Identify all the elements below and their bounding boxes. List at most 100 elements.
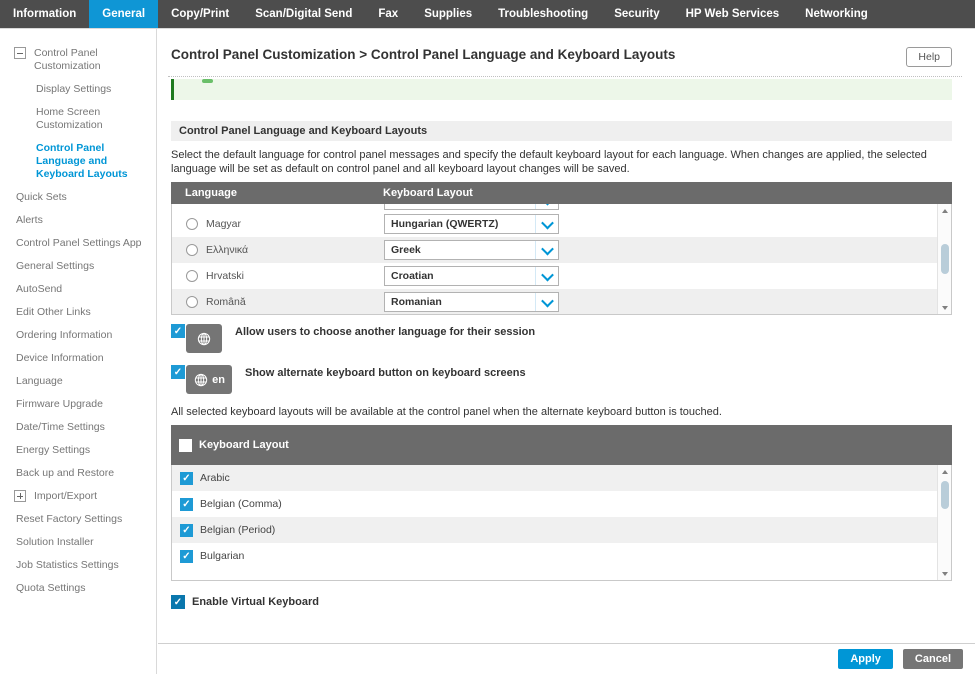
alternate-keyboard-checkbox[interactable] (171, 365, 185, 379)
table-row: Magyar Hungarian (QWERTZ) (172, 211, 951, 237)
dropdown-value: Romanian (385, 296, 535, 308)
enable-virtual-keyboard-label: Enable Virtual Keyboard (192, 596, 319, 608)
en-badge: en (212, 374, 225, 386)
keyboard-layout-dropdown[interactable]: Croatian (384, 266, 559, 286)
language-name: Hrvatski (206, 270, 244, 282)
option-label: Show alternate keyboard button on keyboa… (245, 367, 526, 379)
keyboard-layout-dropdown[interactable] (384, 204, 559, 210)
tab-troubleshooting[interactable]: Troubleshooting (485, 0, 601, 28)
section-header: Control Panel Language and Keyboard Layo… (171, 121, 952, 141)
language-name: Română (206, 296, 246, 308)
language-radio[interactable] (186, 244, 198, 256)
sidebar-item-display-settings[interactable]: Display Settings (0, 83, 156, 96)
dropdown-value: Hungarian (QWERTZ) (385, 218, 535, 230)
sidebar-item-job-statistics-settings[interactable]: Job Statistics Settings (0, 559, 156, 572)
language-radio[interactable] (186, 270, 198, 282)
layout-name: Belgian (Period) (200, 524, 275, 536)
sidebar-item-back-up-and-restore[interactable]: Back up and Restore (0, 467, 156, 480)
sidebar-item-firmware-upgrade[interactable]: Firmware Upgrade (0, 398, 156, 411)
table-row: Belgian (Comma) (172, 491, 951, 517)
layout-name: Bulgarian (200, 550, 244, 562)
sidebar-item-control-panel-settings-app[interactable]: Control Panel Settings App (0, 237, 156, 250)
sidebar-item-alerts[interactable]: Alerts (0, 214, 156, 227)
sidebar-item-autosend[interactable]: AutoSend (0, 283, 156, 296)
help-button[interactable]: Help (906, 47, 952, 67)
cancel-button[interactable]: Cancel (903, 649, 963, 669)
column-header-language: Language (171, 187, 383, 199)
column-header-keyboard-layout: Keyboard Layout (383, 187, 473, 199)
sidebar-item-device-information[interactable]: Device Information (0, 352, 156, 365)
footer-bar: Apply Cancel (158, 643, 975, 674)
tab-networking[interactable]: Networking (792, 0, 881, 28)
top-nav: Information General Copy/Print Scan/Digi… (0, 0, 975, 29)
sidebar-item-quick-sets[interactable]: Quick Sets (0, 191, 156, 204)
collapse-icon[interactable] (14, 47, 26, 59)
chevron-down-icon (535, 215, 558, 233)
chevron-down-icon (535, 267, 558, 285)
scrollbar-thumb[interactable] (941, 244, 949, 274)
layout-checkbox[interactable] (180, 524, 193, 537)
success-check-icon (202, 79, 213, 83)
table-row: Hrvatski Croatian (172, 263, 951, 289)
table-row: Ελληνικά Greek (172, 237, 951, 263)
layout-checkbox[interactable] (180, 472, 193, 485)
language-radio[interactable] (186, 296, 198, 308)
tab-scan-digital-send[interactable]: Scan/Digital Send (242, 0, 365, 28)
keyboard-layout-table: Keyboard Layout Arabic Belgian (Comma) B… (171, 425, 952, 581)
sidebar-item-reset-factory-settings[interactable]: Reset Factory Settings (0, 513, 156, 526)
sidebar-item-edit-other-links[interactable]: Edit Other Links (0, 306, 156, 319)
sidebar-item-ordering-information[interactable]: Ordering Information (0, 329, 156, 342)
keyboard-layout-table-header: Keyboard Layout (171, 425, 952, 465)
sidebar-item-control-panel-customization[interactable]: Control Panel Customization (0, 47, 156, 73)
enable-virtual-keyboard-checkbox[interactable] (171, 595, 185, 609)
apply-button[interactable]: Apply (838, 649, 893, 669)
language-radio[interactable] (186, 218, 198, 230)
tab-supplies[interactable]: Supplies (411, 0, 485, 28)
vertical-scrollbar[interactable] (937, 204, 951, 314)
table-row: Arabic (172, 465, 951, 491)
keyboard-note: All selected keyboard layouts will be av… (171, 406, 952, 418)
dropdown-value: Croatian (385, 270, 535, 282)
sidebar-item-home-screen-customization[interactable]: Home Screen Customization (0, 106, 156, 132)
keyboard-layout-dropdown[interactable]: Hungarian (QWERTZ) (384, 214, 559, 234)
scroll-down-arrow[interactable] (938, 568, 951, 579)
sidebar-nav: Control Panel Customization Display Sett… (0, 29, 157, 674)
option-allow-language-choice: Allow users to choose another language f… (171, 324, 952, 353)
sidebar-item-control-panel-language[interactable]: Control Panel Language and Keyboard Layo… (0, 142, 156, 181)
layout-name: Arabic (200, 472, 230, 484)
layout-checkbox[interactable] (180, 550, 193, 563)
sidebar-item-solution-installer[interactable]: Solution Installer (0, 536, 156, 549)
chevron-down-icon (535, 204, 558, 209)
sidebar-item-label: Control Panel Customization (34, 47, 156, 73)
table-row: Belgian (Period) (172, 517, 951, 543)
sidebar-item-energy-settings[interactable]: Energy Settings (0, 444, 156, 457)
option-alternate-keyboard: en Show alternate keyboard button on key… (171, 365, 952, 394)
scroll-up-arrow[interactable] (938, 466, 951, 477)
tab-security[interactable]: Security (601, 0, 672, 28)
select-all-checkbox[interactable] (179, 439, 192, 452)
sidebar-item-language[interactable]: Language (0, 375, 156, 388)
scroll-down-arrow[interactable] (938, 302, 951, 313)
expand-icon[interactable] (14, 490, 26, 502)
success-notice-partial (171, 79, 952, 100)
page-title: Control Panel Customization > Control Pa… (171, 47, 906, 62)
vertical-scrollbar[interactable] (937, 465, 951, 580)
chevron-down-icon (535, 293, 558, 311)
keyboard-layout-dropdown[interactable]: Greek (384, 240, 559, 260)
scroll-up-arrow[interactable] (938, 205, 951, 216)
tab-hp-web-services[interactable]: HP Web Services (673, 0, 793, 28)
table-row: Bulgarian (172, 543, 951, 569)
tab-information[interactable]: Information (0, 0, 89, 28)
tab-general[interactable]: General (89, 0, 158, 28)
keyboard-layout-dropdown[interactable]: Romanian (384, 292, 559, 312)
sidebar-item-label: Import/Export (34, 490, 97, 503)
tab-copy-print[interactable]: Copy/Print (158, 0, 242, 28)
sidebar-item-import-export[interactable]: Import/Export (0, 490, 156, 503)
sidebar-item-quota-settings[interactable]: Quota Settings (0, 582, 156, 595)
scrollbar-thumb[interactable] (941, 481, 949, 509)
layout-checkbox[interactable] (180, 498, 193, 511)
sidebar-item-date-time-settings[interactable]: Date/Time Settings (0, 421, 156, 434)
allow-language-checkbox[interactable] (171, 324, 185, 338)
tab-fax[interactable]: Fax (365, 0, 411, 28)
sidebar-item-general-settings[interactable]: General Settings (0, 260, 156, 273)
